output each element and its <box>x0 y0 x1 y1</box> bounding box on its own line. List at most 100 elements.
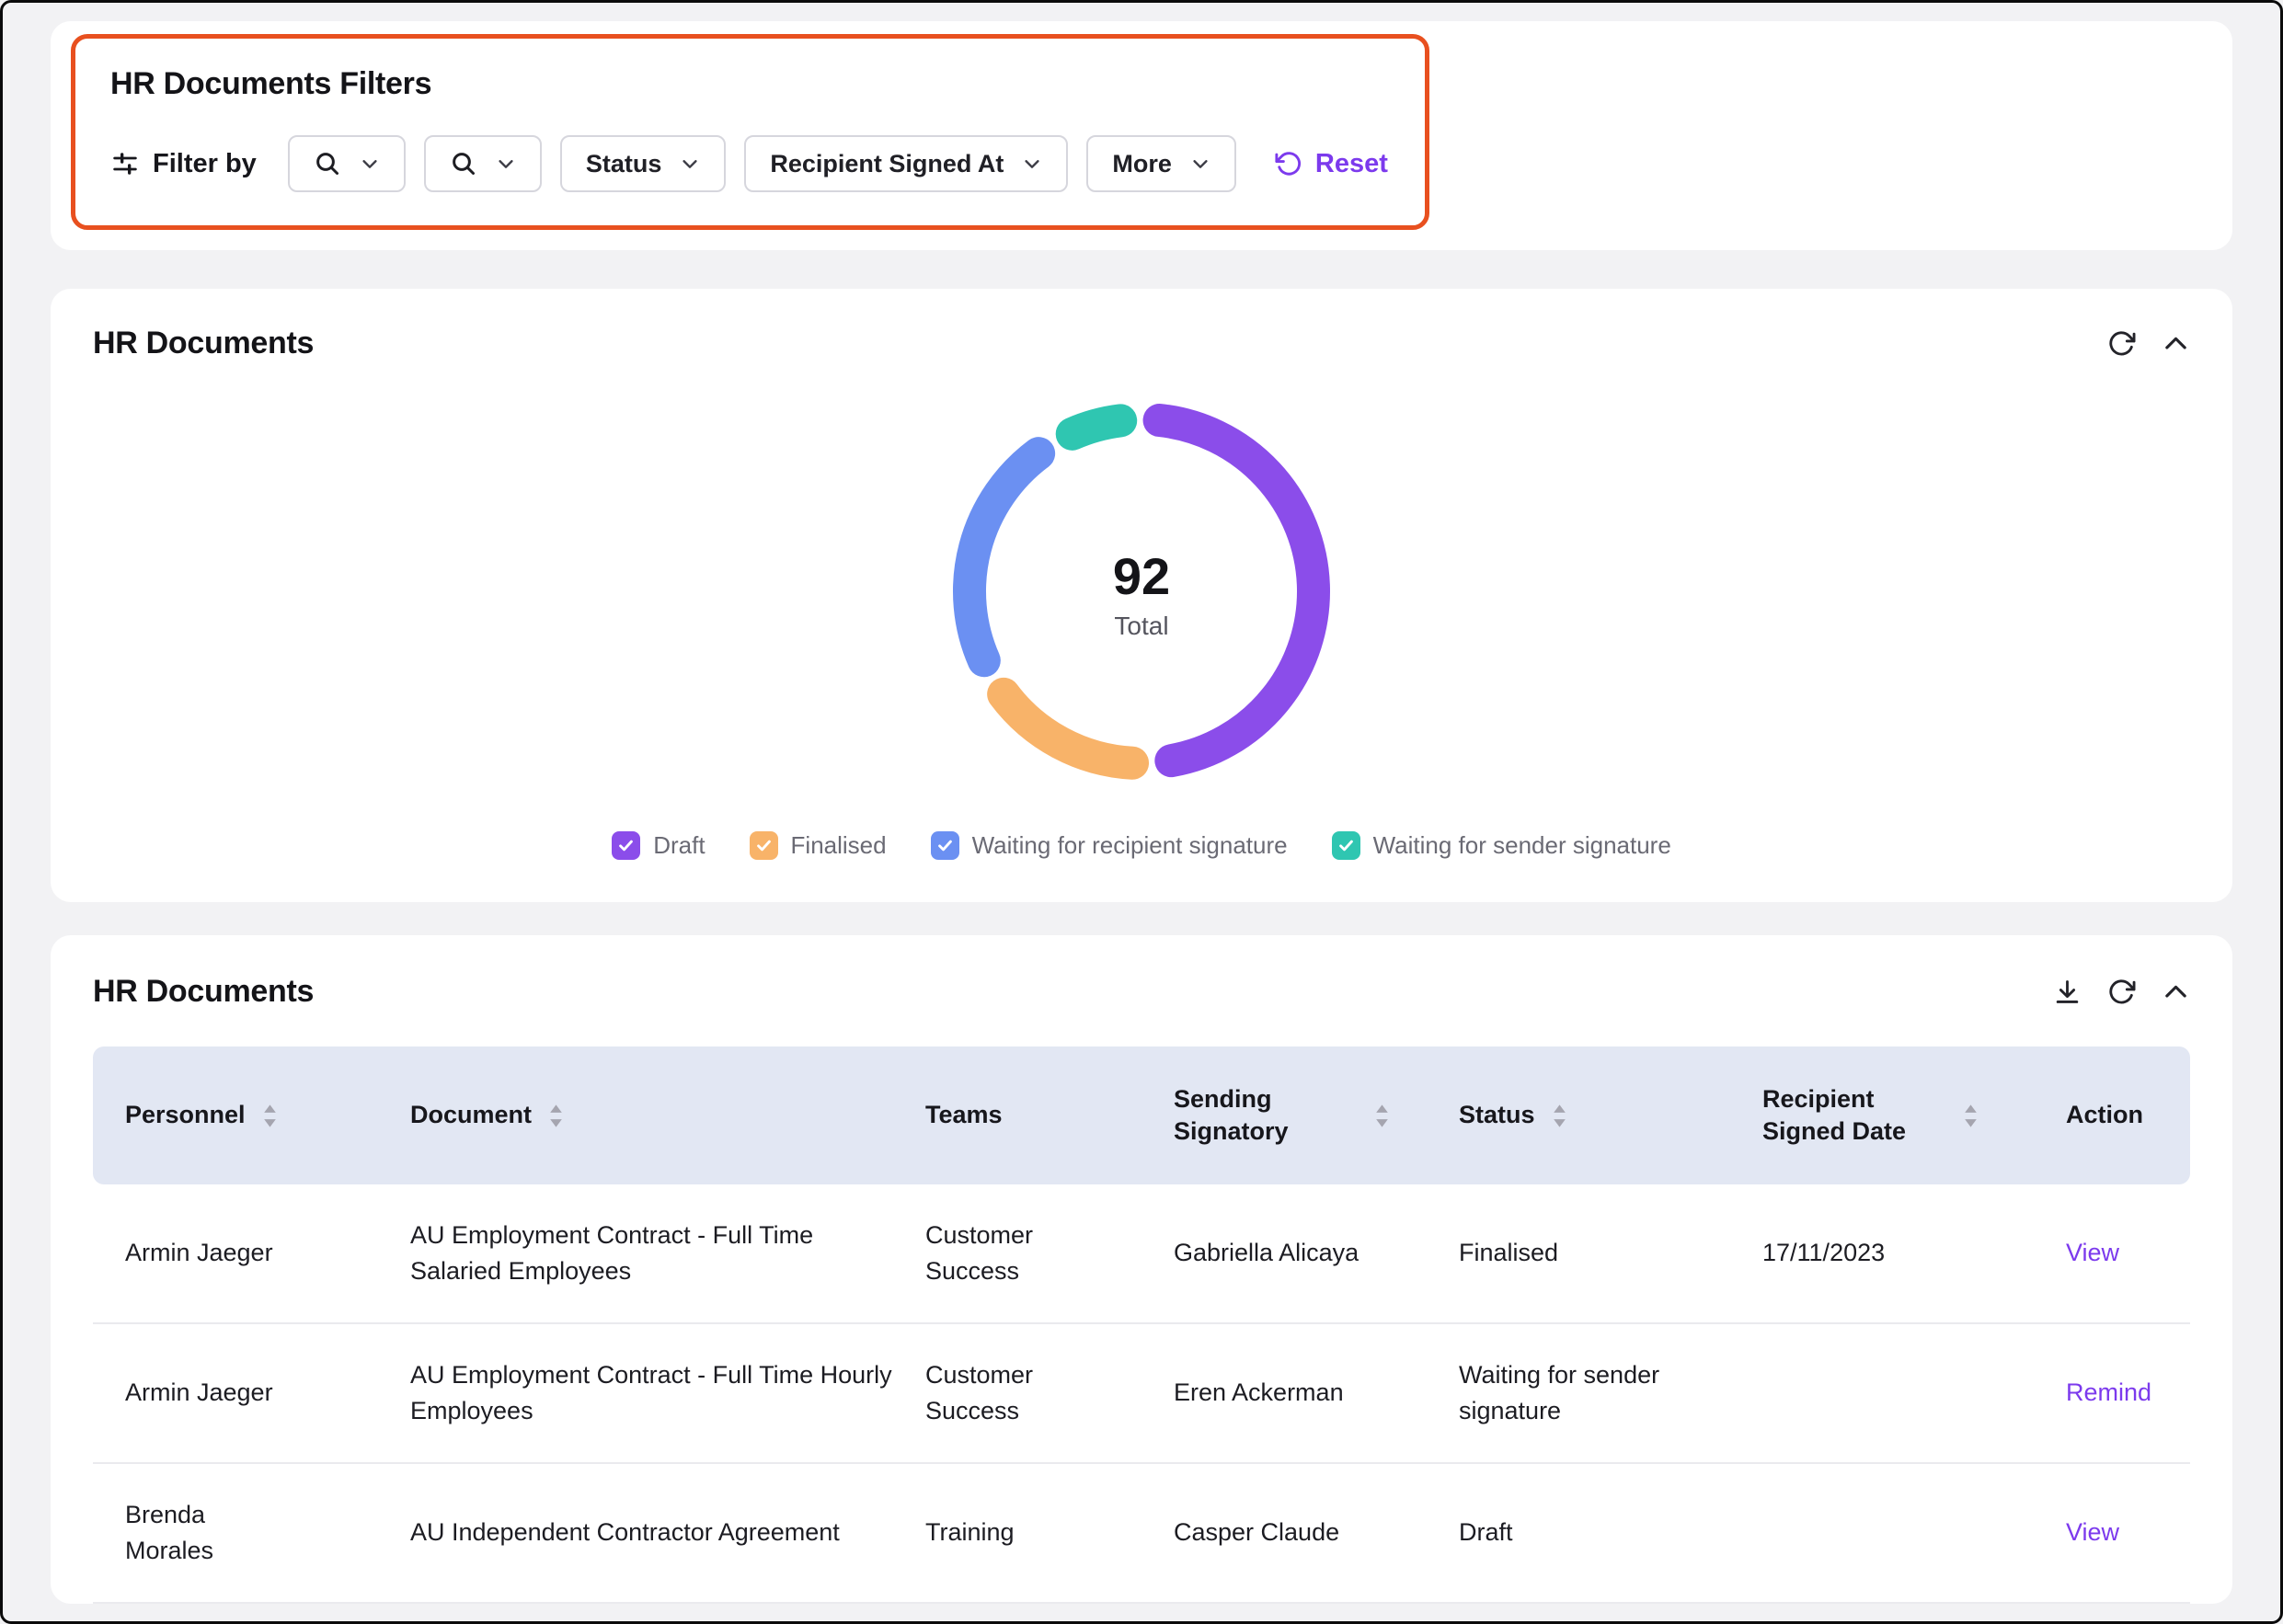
recipient-signed-at-filter-label: Recipient Signed At <box>770 150 1004 178</box>
filter-by: Filter by <box>110 149 257 179</box>
legend-item-waiting-for-recipient-signature[interactable]: Waiting for recipient signature <box>931 831 1288 860</box>
donut-chart-container: 92 Total <box>939 389 1344 798</box>
chart-card-header: HR Documents <box>93 326 2190 361</box>
search-filter-dropdown-1[interactable] <box>288 135 406 192</box>
legend-item-waiting-for-sender-signature[interactable]: Waiting for sender signature <box>1332 831 1671 860</box>
legend-checkbox[interactable] <box>750 831 778 860</box>
more-filter-label: More <box>1112 150 1172 178</box>
total-label: Total <box>1114 612 1168 641</box>
column-label: Document <box>410 1099 532 1131</box>
cell-teams: Training <box>925 1491 1082 1574</box>
filter-row: Filter by <box>110 135 1388 192</box>
column-header-status[interactable]: Status <box>1459 1099 1762 1131</box>
more-filter-dropdown[interactable]: More <box>1086 135 1236 192</box>
download-button[interactable] <box>2053 978 2082 1006</box>
cell-sending-signatory: Gabriella Alicaya <box>1174 1211 1459 1295</box>
cell-teams: Customer Success <box>925 1333 1082 1453</box>
table-card-actions <box>2053 978 2190 1006</box>
cell-teams: Customer Success <box>925 1194 1082 1313</box>
total-value: 92 <box>1113 546 1170 606</box>
reset-icon <box>1275 150 1302 177</box>
column-header-teams: Teams <box>925 1099 1174 1131</box>
row-action-link[interactable]: Remind <box>2066 1378 2151 1406</box>
column-label: Action <box>2066 1099 2143 1131</box>
legend-item-draft[interactable]: Draft <box>612 831 705 860</box>
search-filter-dropdown-2[interactable] <box>424 135 542 192</box>
chevron-down-icon <box>496 154 516 174</box>
donut-center: 92 Total <box>939 389 1344 798</box>
chart-legend: Draft Finalised Waiting for recipient sign… <box>93 831 2190 860</box>
cell-document: AU Employment Contract - Full Time Hourl… <box>410 1333 925 1453</box>
table-card-title: HR Documents <box>93 974 314 1010</box>
column-label: Sending Signatory <box>1174 1083 1358 1148</box>
page: HR Documents Filters Filter by <box>3 3 2280 1604</box>
legend-checkbox[interactable] <box>931 831 959 860</box>
annotation-highlight-box: HR Documents Filters Filter by <box>71 34 1429 230</box>
chevron-down-icon <box>680 154 700 174</box>
table-body: Armin Jaeger AU Employment Contract - Ful… <box>93 1184 2190 1604</box>
cell-recipient-signed-date <box>1762 1369 2066 1417</box>
chart-card-title: HR Documents <box>93 326 314 361</box>
column-label: Personnel <box>125 1099 246 1131</box>
legend-label: Draft <box>653 831 705 860</box>
table-row: Armin Jaeger AU Employment Contract - Ful… <box>93 1324 2190 1464</box>
cell-action: Remind <box>2066 1351 2177 1435</box>
cell-action: View <box>2066 1211 2163 1295</box>
column-header-action: Action <box>2066 1099 2163 1131</box>
sort-icon[interactable] <box>548 1104 564 1128</box>
sliders-icon <box>110 149 140 178</box>
cell-status: Draft <box>1459 1491 1762 1574</box>
status-filter-dropdown[interactable]: Status <box>560 135 727 192</box>
table-card: HR Documents Personnel Document Teams Sendi… <box>51 935 2232 1604</box>
table-header-row: Personnel Document Teams Sending Signatory S… <box>93 1046 2190 1184</box>
legend-checkbox[interactable] <box>612 831 640 860</box>
cell-status: Finalised <box>1459 1211 1762 1295</box>
cell-status: Waiting for sender signature <box>1459 1333 1762 1453</box>
column-header-recipient-signed-date[interactable]: Recipient Signed Date <box>1762 1083 2066 1148</box>
table-row: Armin Jaeger AU Employment Contract - Ful… <box>93 1184 2190 1324</box>
column-header-personnel[interactable]: Personnel <box>125 1099 410 1131</box>
refresh-button[interactable] <box>2107 978 2136 1006</box>
chevron-down-icon <box>1022 154 1042 174</box>
row-action-link[interactable]: View <box>2066 1518 2119 1546</box>
filter-by-label: Filter by <box>153 149 257 179</box>
row-action-link[interactable]: View <box>2066 1239 2119 1266</box>
cell-personnel: Armin Jaeger <box>125 1351 309 1435</box>
sort-icon[interactable] <box>1963 1104 1979 1128</box>
cell-sending-signatory: Eren Ackerman <box>1174 1351 1459 1435</box>
legend-label: Waiting for recipient signature <box>972 831 1288 860</box>
legend-checkbox[interactable] <box>1332 831 1360 860</box>
column-header-document[interactable]: Document <box>410 1099 925 1131</box>
refresh-button[interactable] <box>2107 329 2136 358</box>
hr-documents-table: Personnel Document Teams Sending Signatory S… <box>93 1046 2190 1604</box>
reset-button[interactable]: Reset <box>1275 149 1388 179</box>
sort-icon[interactable] <box>262 1104 278 1128</box>
chevron-down-icon <box>360 154 380 174</box>
search-icon <box>314 150 341 177</box>
sort-icon[interactable] <box>1374 1104 1390 1128</box>
cell-document: AU Independent Contractor Agreement <box>410 1491 925 1574</box>
reset-label: Reset <box>1315 149 1388 179</box>
status-filter-label: Status <box>586 150 662 178</box>
column-header-sending-signatory[interactable]: Sending Signatory <box>1174 1083 1459 1148</box>
collapse-button[interactable] <box>2162 978 2190 1006</box>
legend-label: Waiting for sender signature <box>1373 831 1671 860</box>
column-label: Teams <box>925 1099 1003 1131</box>
legend-label: Finalised <box>791 831 887 860</box>
cell-sending-signatory: Casper Claude <box>1174 1491 1459 1574</box>
recipient-signed-at-filter-dropdown[interactable]: Recipient Signed At <box>744 135 1068 192</box>
collapse-button[interactable] <box>2162 329 2190 358</box>
filters-card: HR Documents Filters Filter by <box>51 21 2232 250</box>
cell-recipient-signed-date: 17/11/2023 <box>1762 1211 2066 1295</box>
column-label: Status <box>1459 1099 1535 1131</box>
chart-card: HR Documents 92 Total Draft Finalised Wait… <box>51 289 2232 902</box>
chevron-down-icon <box>1190 154 1210 174</box>
cell-document: AU Employment Contract - Full Time Salar… <box>410 1194 925 1313</box>
sort-icon[interactable] <box>1552 1104 1567 1128</box>
cell-personnel: Brenda Morales <box>125 1473 309 1593</box>
search-icon <box>450 150 477 177</box>
table-row: Brenda Morales AU Independent Contractor … <box>93 1464 2190 1604</box>
legend-item-finalised[interactable]: Finalised <box>750 831 887 860</box>
cell-personnel: Armin Jaeger <box>125 1211 309 1295</box>
chart-card-actions <box>2107 329 2190 358</box>
